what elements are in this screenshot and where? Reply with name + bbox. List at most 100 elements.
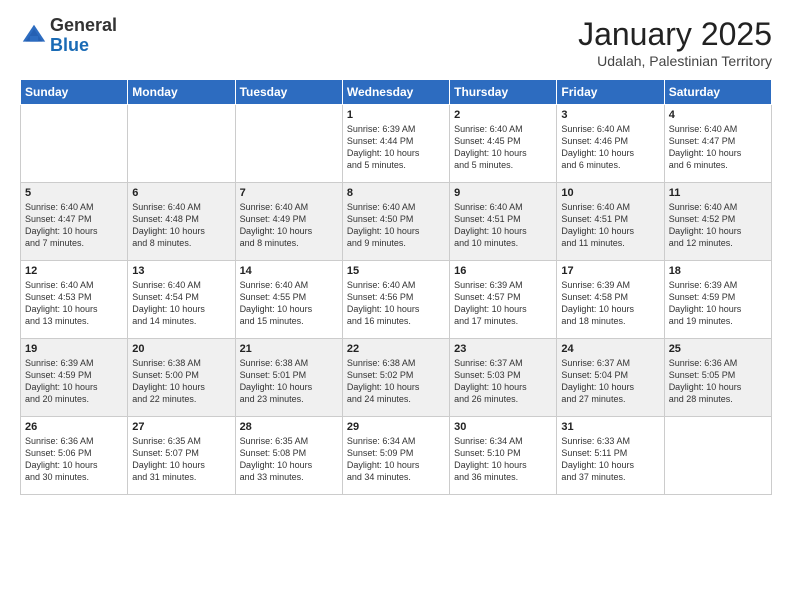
table-row: 2 Sunrise: 6:40 AM Sunset: 4:45 PM Daylig… (450, 105, 557, 183)
table-row: 26 Sunrise: 6:36 AM Sunset: 5:06 PM Dayli… (21, 417, 128, 495)
day-info: Sunrise: 6:36 AM Sunset: 5:06 PM Dayligh… (25, 435, 123, 484)
day-number: 22 (347, 343, 445, 355)
day-info: Sunrise: 6:38 AM Sunset: 5:00 PM Dayligh… (132, 357, 230, 406)
table-row: 12 Sunrise: 6:40 AM Sunset: 4:53 PM Dayli… (21, 261, 128, 339)
day-number: 16 (454, 265, 552, 277)
col-wednesday: Wednesday (342, 80, 449, 105)
day-number: 28 (240, 421, 338, 433)
day-number: 12 (25, 265, 123, 277)
day-number: 2 (454, 109, 552, 121)
day-number: 17 (561, 265, 659, 277)
logo-general-text: General (50, 15, 117, 35)
table-row: 24 Sunrise: 6:37 AM Sunset: 5:04 PM Dayli… (557, 339, 664, 417)
table-row: 11 Sunrise: 6:40 AM Sunset: 4:52 PM Dayli… (664, 183, 771, 261)
table-row: 19 Sunrise: 6:39 AM Sunset: 4:59 PM Dayli… (21, 339, 128, 417)
day-info: Sunrise: 6:39 AM Sunset: 4:44 PM Dayligh… (347, 123, 445, 172)
col-tuesday: Tuesday (235, 80, 342, 105)
day-number: 7 (240, 187, 338, 199)
table-row (664, 417, 771, 495)
day-number: 5 (25, 187, 123, 199)
day-number: 13 (132, 265, 230, 277)
table-row: 23 Sunrise: 6:37 AM Sunset: 5:03 PM Dayli… (450, 339, 557, 417)
day-info: Sunrise: 6:38 AM Sunset: 5:02 PM Dayligh… (347, 357, 445, 406)
table-row (128, 105, 235, 183)
table-row: 16Sunrise: 6:39 AM Sunset: 4:57 PM Dayli… (450, 261, 557, 339)
calendar-location: Udalah, Palestinian Territory (578, 53, 772, 69)
col-saturday: Saturday (664, 80, 771, 105)
day-number: 29 (347, 421, 445, 433)
day-info: Sunrise: 6:34 AM Sunset: 5:10 PM Dayligh… (454, 435, 552, 484)
table-row: 10Sunrise: 6:40 AM Sunset: 4:51 PM Dayli… (557, 183, 664, 261)
day-info: Sunrise: 6:35 AM Sunset: 5:07 PM Dayligh… (132, 435, 230, 484)
day-info: Sunrise: 6:40 AM Sunset: 4:49 PM Dayligh… (240, 201, 338, 250)
day-number: 11 (669, 187, 767, 199)
table-row: 18 Sunrise: 6:39 AM Sunset: 4:59 PM Dayli… (664, 261, 771, 339)
day-number: 14 (240, 265, 338, 277)
day-info: Sunrise: 6:34 AM Sunset: 5:09 PM Dayligh… (347, 435, 445, 484)
day-number: 3 (561, 109, 659, 121)
table-row: 21 Sunrise: 6:38 AM Sunset: 5:01 PM Dayli… (235, 339, 342, 417)
table-row: 29 Sunrise: 6:34 AM Sunset: 5:09 PM Dayli… (342, 417, 449, 495)
day-info: Sunrise: 6:36 AM Sunset: 5:05 PM Dayligh… (669, 357, 767, 406)
day-info: Sunrise: 6:40 AM Sunset: 4:50 PM Dayligh… (347, 201, 445, 250)
table-row: 15 Sunrise: 6:40 AM Sunset: 4:56 PM Dayli… (342, 261, 449, 339)
col-monday: Monday (128, 80, 235, 105)
day-number: 4 (669, 109, 767, 121)
day-info: Sunrise: 6:37 AM Sunset: 5:04 PM Dayligh… (561, 357, 659, 406)
col-friday: Friday (557, 80, 664, 105)
day-number: 31 (561, 421, 659, 433)
logo-text: General Blue (50, 16, 117, 56)
day-info: Sunrise: 6:39 AM Sunset: 4:59 PM Dayligh… (669, 279, 767, 328)
table-row: 22 Sunrise: 6:38 AM Sunset: 5:02 PM Dayli… (342, 339, 449, 417)
page: General Blue January 2025 Udalah, Palest… (0, 0, 792, 612)
day-info: Sunrise: 6:40 AM Sunset: 4:47 PM Dayligh… (669, 123, 767, 172)
day-number: 8 (347, 187, 445, 199)
day-info: Sunrise: 6:38 AM Sunset: 5:01 PM Dayligh… (240, 357, 338, 406)
logo-icon (20, 22, 48, 50)
day-info: Sunrise: 6:40 AM Sunset: 4:55 PM Dayligh… (240, 279, 338, 328)
table-row: 7 Sunrise: 6:40 AM Sunset: 4:49 PM Daylig… (235, 183, 342, 261)
day-number: 21 (240, 343, 338, 355)
day-number: 30 (454, 421, 552, 433)
day-info: Sunrise: 6:40 AM Sunset: 4:52 PM Dayligh… (669, 201, 767, 250)
day-info: Sunrise: 6:40 AM Sunset: 4:47 PM Dayligh… (25, 201, 123, 250)
day-info: Sunrise: 6:40 AM Sunset: 4:53 PM Dayligh… (25, 279, 123, 328)
table-row: 9Sunrise: 6:40 AM Sunset: 4:51 PM Daylig… (450, 183, 557, 261)
day-number: 19 (25, 343, 123, 355)
day-info: Sunrise: 6:40 AM Sunset: 4:54 PM Dayligh… (132, 279, 230, 328)
logo-blue-text: Blue (50, 35, 89, 55)
col-sunday: Sunday (21, 80, 128, 105)
table-row: 6Sunrise: 6:40 AM Sunset: 4:48 PM Daylig… (128, 183, 235, 261)
day-info: Sunrise: 6:40 AM Sunset: 4:45 PM Dayligh… (454, 123, 552, 172)
day-number: 18 (669, 265, 767, 277)
day-info: Sunrise: 6:39 AM Sunset: 4:59 PM Dayligh… (25, 357, 123, 406)
day-info: Sunrise: 6:40 AM Sunset: 4:56 PM Dayligh… (347, 279, 445, 328)
day-info: Sunrise: 6:35 AM Sunset: 5:08 PM Dayligh… (240, 435, 338, 484)
day-number: 10 (561, 187, 659, 199)
day-info: Sunrise: 6:40 AM Sunset: 4:48 PM Dayligh… (132, 201, 230, 250)
table-row: 17Sunrise: 6:39 AM Sunset: 4:58 PM Dayli… (557, 261, 664, 339)
col-thursday: Thursday (450, 80, 557, 105)
calendar-title: January 2025 (578, 16, 772, 53)
table-row: 4 Sunrise: 6:40 AM Sunset: 4:47 PM Daylig… (664, 105, 771, 183)
table-row: 27Sunrise: 6:35 AM Sunset: 5:07 PM Dayli… (128, 417, 235, 495)
day-number: 23 (454, 343, 552, 355)
day-info: Sunrise: 6:37 AM Sunset: 5:03 PM Dayligh… (454, 357, 552, 406)
table-row: 14 Sunrise: 6:40 AM Sunset: 4:55 PM Dayli… (235, 261, 342, 339)
calendar-table: Sunday Monday Tuesday Wednesday Thursday… (20, 79, 772, 495)
table-row: 3 Sunrise: 6:40 AM Sunset: 4:46 PM Daylig… (557, 105, 664, 183)
day-number: 26 (25, 421, 123, 433)
table-row: 13 Sunrise: 6:40 AM Sunset: 4:54 PM Dayli… (128, 261, 235, 339)
title-block: January 2025 Udalah, Palestinian Territo… (578, 16, 772, 69)
day-info: Sunrise: 6:40 AM Sunset: 4:46 PM Dayligh… (561, 123, 659, 172)
day-number: 24 (561, 343, 659, 355)
calendar-header-row: Sunday Monday Tuesday Wednesday Thursday… (21, 80, 772, 105)
day-info: Sunrise: 6:33 AM Sunset: 5:11 PM Dayligh… (561, 435, 659, 484)
day-number: 15 (347, 265, 445, 277)
table-row: 28 Sunrise: 6:35 AM Sunset: 5:08 PM Dayli… (235, 417, 342, 495)
table-row: 25Sunrise: 6:36 AM Sunset: 5:05 PM Dayli… (664, 339, 771, 417)
table-row (235, 105, 342, 183)
table-row: 5 Sunrise: 6:40 AM Sunset: 4:47 PM Daylig… (21, 183, 128, 261)
day-number: 1 (347, 109, 445, 121)
table-row: 1 Sunrise: 6:39 AM Sunset: 4:44 PM Daylig… (342, 105, 449, 183)
